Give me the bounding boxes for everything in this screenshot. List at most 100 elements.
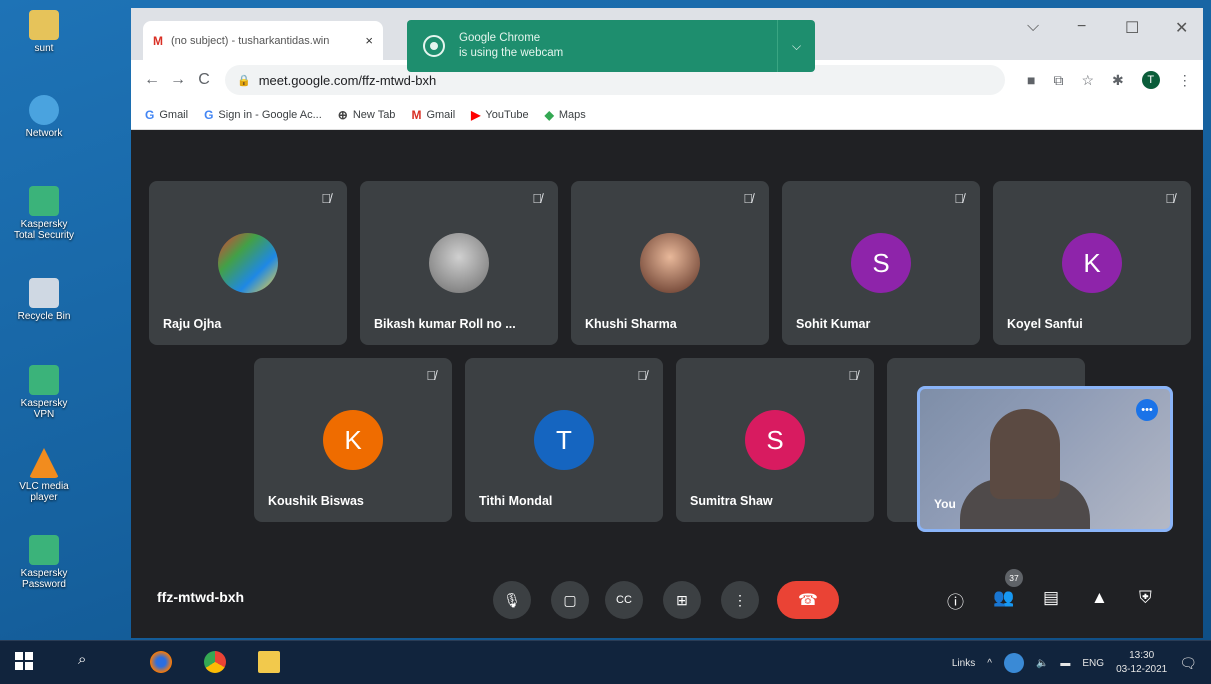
mic-off-icon: 🎙̸ [321, 191, 331, 206]
bookmark-sign-in[interactable]: G Sign in - Google Ac... [204, 108, 322, 122]
webcam-in-use-notice[interactable]: Google Chrome is using the webcam ⌵ [407, 20, 815, 72]
participant-name: Tithi Mondal [479, 494, 553, 508]
mic-off-icon: 🎙̸ [954, 191, 964, 206]
notifications-icon[interactable]: 🗨 [1179, 655, 1197, 672]
microphone-button[interactable]: 🎙 [493, 581, 531, 619]
reload-button[interactable]: C [191, 71, 217, 89]
vlc-icon [29, 448, 59, 478]
participant-name: Koyel Sanfui [1007, 317, 1083, 331]
bookmark-label: Sign in - Google Ac... [218, 108, 322, 121]
participant-tile[interactable]: 🎙̸ Khushi Sharma [571, 181, 769, 345]
captions-button[interactable]: CC [605, 581, 643, 619]
menu-kebab-icon[interactable]: ⋮ [1178, 72, 1192, 89]
participant-avatar [429, 233, 489, 293]
camera-in-use-icon[interactable]: ■ [1027, 72, 1035, 88]
profile-avatar[interactable]: T [1141, 71, 1160, 89]
meet-control-bar: ffz-mtwd-bxh 🎙 ▢ CC ⊞ ⋮ ☎ ⓘ 👥 37 ▤ ▲ ⛨ [131, 558, 1203, 638]
participant-tile[interactable]: 🎙̸ S Sohit Kumar [782, 181, 980, 345]
mic-off-icon: 🎙̸ [848, 368, 858, 383]
gmail-icon: M [411, 107, 422, 122]
participant-avatar [218, 233, 278, 293]
tab-gmail[interactable]: M (no subject) - tusharkantidas.win × [143, 21, 383, 60]
tab-search-icon[interactable]: ⌵ [1027, 18, 1039, 36]
participant-tile[interactable]: 🎙̸ S Sumitra Shaw [676, 358, 874, 522]
desktop-icon-kaspersky-vpn[interactable]: Kaspersky VPN [10, 365, 78, 420]
bookmark-star-icon[interactable]: ☆ [1081, 72, 1094, 89]
notice-line2: is using the webcam [459, 47, 564, 59]
desktop-icon-label: sunt [34, 43, 54, 54]
windows-start-icon[interactable] [14, 651, 36, 673]
help-icon[interactable] [1003, 653, 1024, 673]
bookmarks-bar: G Gmail G Sign in - Google Ac... ⊕ New Tab … [131, 100, 1203, 130]
participant-avatar [640, 233, 700, 293]
desktop-icon-kaspersky-password[interactable]: Kaspersky Password [10, 535, 78, 590]
file-explorer-icon[interactable] [258, 651, 280, 673]
battery-icon[interactable]: ▬ [1060, 658, 1070, 669]
desktop-icon-label: Kaspersky Password [20, 568, 68, 590]
forward-button[interactable]: → [165, 71, 191, 89]
desktop-icon-label: VLC media player [19, 481, 69, 503]
bookmark-gmail-2[interactable]: M Gmail [411, 108, 455, 122]
links-toolbar[interactable]: Links [952, 658, 975, 669]
tab-close-icon[interactable]: × [365, 33, 373, 48]
maps-icon: ◆ [544, 107, 554, 122]
participant-tile[interactable]: 🎙̸ K Koyel Sanfui [993, 181, 1191, 345]
participant-tile[interactable]: 🎙̸ K Koushik Biswas [254, 358, 452, 522]
search-icon[interactable]: ⌕ [78, 651, 100, 673]
desktop-icon-recycle-bin[interactable]: Recycle Bin [10, 278, 78, 322]
desktop-icon-kaspersky-security[interactable]: Kaspersky Total Security [10, 186, 78, 241]
more-options-icon[interactable]: ••• [1136, 399, 1158, 421]
self-video-head [990, 409, 1060, 499]
participant-tile[interactable]: 🎙̸ T Tithi Mondal [465, 358, 663, 522]
mic-off-icon: 🎙̸ [1165, 191, 1175, 206]
volume-icon[interactable]: 🔈 [1036, 658, 1048, 669]
clock[interactable]: 13:30 03-12-2021 [1116, 649, 1167, 677]
extensions-icon[interactable]: ✱ [1112, 72, 1124, 89]
desktop-icon-label: Recycle Bin [17, 311, 71, 322]
google-icon: G [145, 107, 155, 122]
bookmark-maps[interactable]: ◆ Maps [545, 108, 586, 122]
self-view-tile[interactable]: ••• You [917, 386, 1173, 532]
desktop-icon-label: Kaspersky VPN [20, 398, 68, 420]
present-button[interactable]: ⊞ [663, 581, 701, 619]
more-options-button[interactable]: ⋮ [721, 581, 759, 619]
webcam-notice-text: Google Chrome is using the webcam [459, 31, 777, 61]
participant-tile[interactable]: 🎙̸ Bikash kumar Roll no ... [360, 181, 558, 345]
meeting-code: ffz-mtwd-bxh [157, 589, 245, 605]
activities-icon[interactable]: ▲ [1091, 588, 1108, 608]
host-controls-icon[interactable]: ⛨ [1139, 588, 1152, 608]
meeting-details-icon[interactable]: ⓘ [947, 588, 964, 613]
kaspersky-vpn-icon [29, 365, 59, 395]
chevron-down-icon[interactable]: ⌵ [777, 20, 815, 72]
recycle-bin-icon [29, 278, 59, 308]
close-window-button[interactable]: ✕ [1175, 18, 1188, 38]
bookmark-label: Gmail [159, 108, 189, 121]
participant-avatar: T [534, 410, 594, 470]
chrome-icon[interactable] [204, 651, 226, 673]
back-button[interactable]: ← [139, 71, 165, 89]
leave-call-button[interactable]: ☎ [777, 581, 839, 619]
participant-name: Koushik Biswas [268, 494, 364, 508]
bookmark-gmail[interactable]: G Gmail [145, 108, 188, 122]
people-icon[interactable]: 👥 [993, 588, 1014, 608]
maximize-button[interactable]: ☐ [1125, 18, 1139, 38]
globe-icon: ⊕ [337, 107, 348, 122]
bookmark-label: New Tab [352, 108, 396, 121]
bookmark-youtube[interactable]: ▶ YouTube [471, 108, 528, 122]
chevron-up-icon[interactable]: ^ [987, 658, 992, 669]
chat-icon[interactable]: ▤ [1043, 588, 1059, 608]
firefox-icon[interactable] [150, 651, 172, 673]
camera-button[interactable]: ▢ [551, 581, 589, 619]
language-indicator[interactable]: ENG [1082, 658, 1104, 669]
kaspersky-icon [29, 186, 59, 216]
minimize-button[interactable]: − [1077, 18, 1086, 36]
desktop-icon-folder[interactable]: sunt [10, 10, 78, 54]
participant-name: Khushi Sharma [585, 317, 677, 331]
desktop-icon-network[interactable]: Network [10, 95, 78, 139]
extension-puzzle-icon[interactable]: ⧉ [1053, 72, 1063, 89]
participant-avatar: S [851, 233, 911, 293]
desktop-icon-vlc[interactable]: VLC media player [10, 448, 78, 503]
participant-tile[interactable]: 🎙̸ Raju Ojha [149, 181, 347, 345]
folder-icon [29, 10, 59, 40]
bookmark-new-tab[interactable]: ⊕ New Tab [338, 108, 396, 122]
